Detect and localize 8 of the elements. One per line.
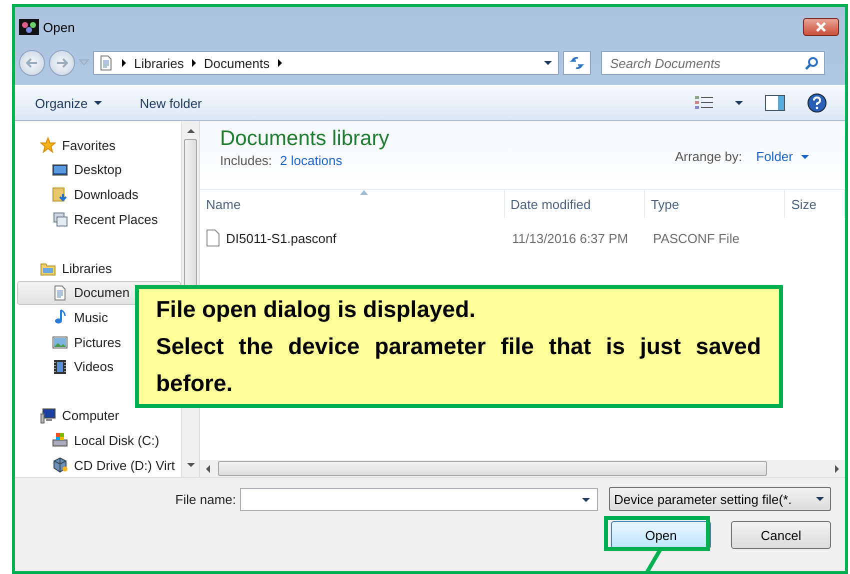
window-title: Open: [43, 20, 75, 34]
includes-label: Includes:: [220, 153, 272, 168]
library-title: Documents library: [220, 127, 390, 151]
table-cell-text: PASCONF File: [652, 230, 740, 246]
table-cell-text: 11/13/2016 6:37 PM: [511, 230, 630, 246]
callout-tooltip: File open dialog is displayed. Select the device parameter file that is just saved before.: [135, 285, 783, 408]
arrange-label: Arrange by:: [674, 149, 742, 164]
file-name-label: File name:: [175, 492, 236, 506]
